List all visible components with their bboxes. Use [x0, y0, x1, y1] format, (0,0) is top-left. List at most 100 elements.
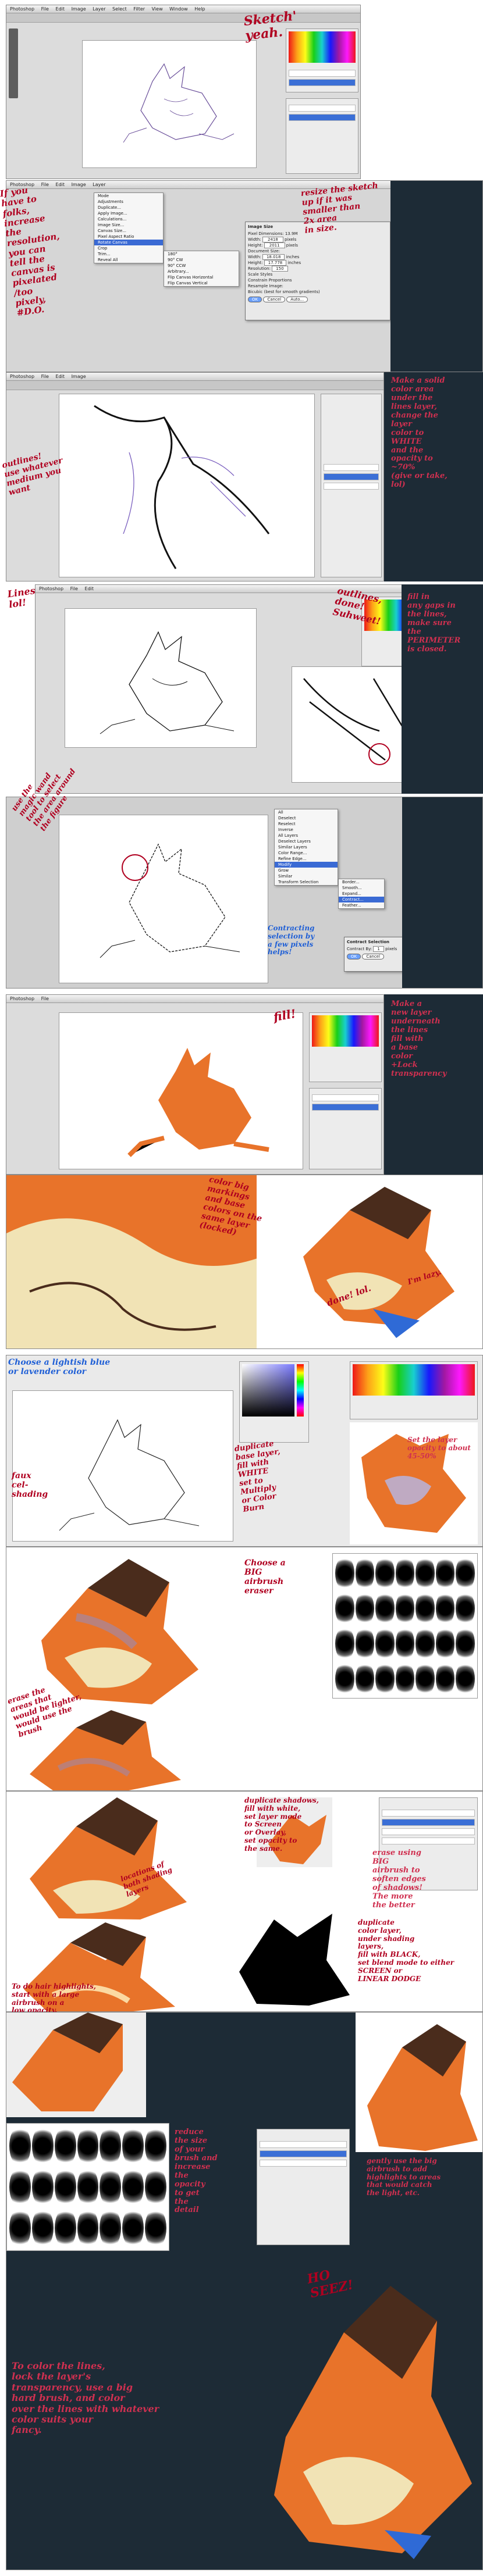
brush-preset[interactable] [31, 2126, 54, 2166]
height-field[interactable]: 2011 [264, 242, 285, 248]
hue-slider[interactable] [297, 1364, 304, 1417]
brush-preset[interactable] [122, 2126, 144, 2166]
layer-row-selected[interactable] [289, 114, 356, 121]
brush-preset[interactable] [375, 1661, 395, 1696]
layer-row-selected[interactable] [260, 2150, 347, 2157]
submenu-item[interactable]: Feather... [339, 902, 384, 908]
brush-preset[interactable] [435, 1556, 455, 1590]
tools-panel[interactable] [9, 28, 18, 98]
submenu-item[interactable]: 90° CW [164, 257, 239, 263]
layer-row[interactable] [260, 2160, 347, 2167]
brush-preset[interactable] [31, 2167, 54, 2207]
brush-preset[interactable] [145, 2208, 166, 2248]
canvas[interactable] [82, 40, 257, 168]
brush-preset[interactable] [9, 2126, 31, 2166]
menu-item[interactable]: Adjustments [94, 199, 163, 205]
menu-edit[interactable]: Edit [85, 586, 94, 591]
doc-height-field[interactable]: 17.778 [264, 260, 287, 266]
menu-item[interactable]: Similar [275, 873, 338, 879]
brush-preset[interactable] [435, 1626, 455, 1661]
brush-preset[interactable] [375, 1626, 395, 1661]
menu-photoshop[interactable]: Photoshop [10, 374, 34, 379]
menu-item[interactable]: Similar Layers [275, 844, 338, 850]
menu-item[interactable]: Image Size... [94, 222, 163, 228]
brush-preset[interactable] [355, 1661, 375, 1696]
canvas[interactable] [59, 1012, 303, 1169]
menu-item[interactable]: Calculations... [94, 216, 163, 222]
brush-preset[interactable] [335, 1591, 354, 1625]
brush-preset[interactable] [100, 2208, 122, 2248]
menu-file[interactable]: File [41, 6, 49, 12]
layer-row[interactable] [382, 1828, 475, 1835]
layer-row-selected[interactable] [324, 473, 379, 480]
brush-preset[interactable] [415, 1556, 435, 1590]
brush-preset[interactable] [435, 1661, 455, 1696]
layer-row-selected[interactable] [382, 1819, 475, 1826]
brush-preset[interactable] [77, 2167, 99, 2207]
submenu-item[interactable]: Flip Canvas Horizontal [164, 274, 239, 280]
brush-preset[interactable] [395, 1556, 415, 1590]
auto-button[interactable]: Auto... [286, 297, 308, 302]
brush-preset[interactable] [435, 1591, 455, 1625]
brush-preset[interactable] [335, 1626, 354, 1661]
layer-row[interactable] [382, 1810, 475, 1817]
submenu-item-contract[interactable]: Contract... [339, 897, 384, 902]
submenu-item[interactable]: Border... [339, 879, 384, 885]
menu-item[interactable]: Apply Image... [94, 210, 163, 216]
menu-item[interactable]: Crop [94, 245, 163, 251]
canvas[interactable] [59, 815, 268, 983]
menu-item[interactable]: Reveal All [94, 257, 163, 263]
brush-preset[interactable] [456, 1591, 475, 1625]
brush-preset[interactable] [415, 1661, 435, 1696]
brush-preset[interactable] [375, 1556, 395, 1590]
submenu-item[interactable]: Flip Canvas Vertical [164, 280, 239, 286]
doc-height-units[interactable]: inches [287, 261, 301, 265]
submenu-item[interactable]: 180° [164, 251, 239, 257]
brush-preset[interactable] [355, 1626, 375, 1661]
submenu-item[interactable]: Arbitrary... [164, 269, 239, 274]
menu-item[interactable]: All Layers [275, 833, 338, 839]
menu-layer[interactable]: Layer [93, 182, 105, 187]
brush-preset[interactable] [77, 2208, 99, 2248]
menu-item[interactable]: Transform Selection [275, 879, 338, 885]
brush-preset[interactable] [456, 1626, 475, 1661]
menu-item[interactable]: Deselect Layers [275, 839, 338, 844]
menu-view[interactable]: View [152, 6, 163, 12]
canvas[interactable] [59, 394, 315, 577]
brush-preset[interactable] [54, 2126, 76, 2166]
brush-preset[interactable] [54, 2167, 76, 2207]
menu-filter[interactable]: Filter [133, 6, 145, 12]
layer-row-selected[interactable] [289, 79, 356, 86]
menu-image[interactable]: Image [72, 182, 86, 187]
ok-button[interactable]: OK [248, 297, 262, 302]
menu-edit[interactable]: Edit [56, 6, 65, 12]
brush-preset[interactable] [9, 2167, 31, 2207]
brush-preset[interactable] [415, 1591, 435, 1625]
menu-help[interactable]: Help [194, 6, 205, 12]
brush-preset[interactable] [77, 2126, 99, 2166]
submenu-item[interactable]: 90° CCW [164, 263, 239, 269]
brush-preset[interactable] [122, 2167, 144, 2207]
menu-image[interactable]: Image [72, 374, 86, 379]
layer-row[interactable] [382, 1838, 475, 1844]
menu-item[interactable]: Trim... [94, 251, 163, 257]
menu-file[interactable]: File [70, 586, 78, 591]
brush-preset[interactable] [456, 1661, 475, 1696]
brush-preset[interactable] [9, 2208, 31, 2248]
doc-width-field[interactable]: 18.018 [262, 254, 285, 260]
layer-row[interactable] [312, 1094, 379, 1101]
width-units[interactable]: pixels [285, 237, 296, 242]
resolution-field[interactable]: 150 [272, 266, 288, 272]
resample-select[interactable]: Bicubic (best for smooth gradients) [248, 289, 388, 295]
menu-photoshop[interactable]: Photoshop [39, 586, 63, 591]
menu-item[interactable]: Pixel Aspect Ratio [94, 234, 163, 240]
brush-preset[interactable] [31, 2208, 54, 2248]
check-constrain[interactable]: Constrain Proportions [248, 277, 388, 283]
menu-item[interactable]: Mode [94, 193, 163, 199]
brush-preset[interactable] [395, 1591, 415, 1625]
menu-item-modify[interactable]: Modify [275, 862, 338, 868]
brush-preset[interactable] [335, 1556, 354, 1590]
submenu-item[interactable]: Smooth... [339, 885, 384, 891]
menu-item[interactable]: Grow [275, 868, 338, 873]
menu-select[interactable]: Select [112, 6, 127, 12]
